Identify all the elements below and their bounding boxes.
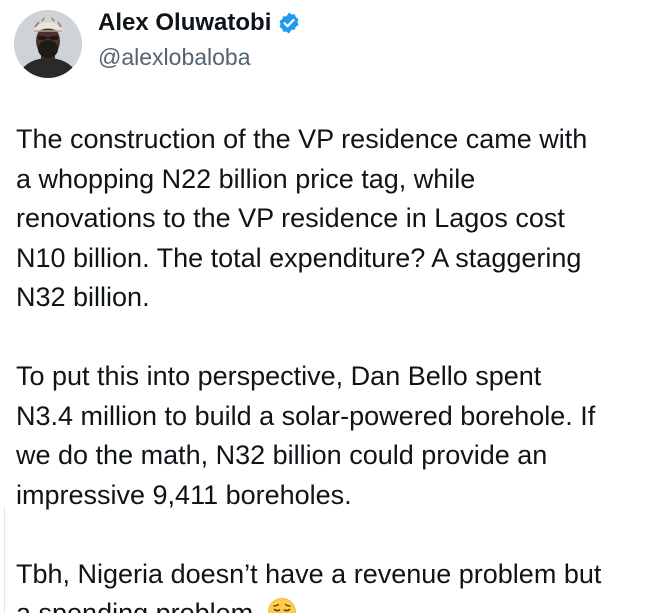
tweet-text: The construction of the VP residence cam… <box>16 120 641 613</box>
tweet-paragraph-3: Tbh, Nigeria doesn’t have a revenue prob… <box>16 555 641 613</box>
avatar[interactable] <box>14 10 82 78</box>
tweet-paragraph-3-text: Tbh, Nigeria doesn’t have a revenue prob… <box>16 558 602 613</box>
avatar-photo <box>14 10 82 78</box>
tweet-paragraph-1: The construction of the VP residence cam… <box>16 124 588 312</box>
user-handle[interactable]: @alexlobaloba <box>98 42 301 72</box>
pensive-face-emoji-icon <box>267 597 297 613</box>
display-name[interactable]: Alex Oluwatobi <box>98 8 271 38</box>
tweet-paragraph-2: To put this into perspective, Dan Bello … <box>16 361 596 510</box>
user-info: Alex Oluwatobi @alexlobaloba <box>98 8 301 72</box>
verified-badge-icon <box>277 11 301 35</box>
edge-divider <box>4 506 5 613</box>
tweet-card: Alex Oluwatobi @alexlobaloba The constru… <box>0 0 651 613</box>
name-row: Alex Oluwatobi <box>98 8 301 38</box>
